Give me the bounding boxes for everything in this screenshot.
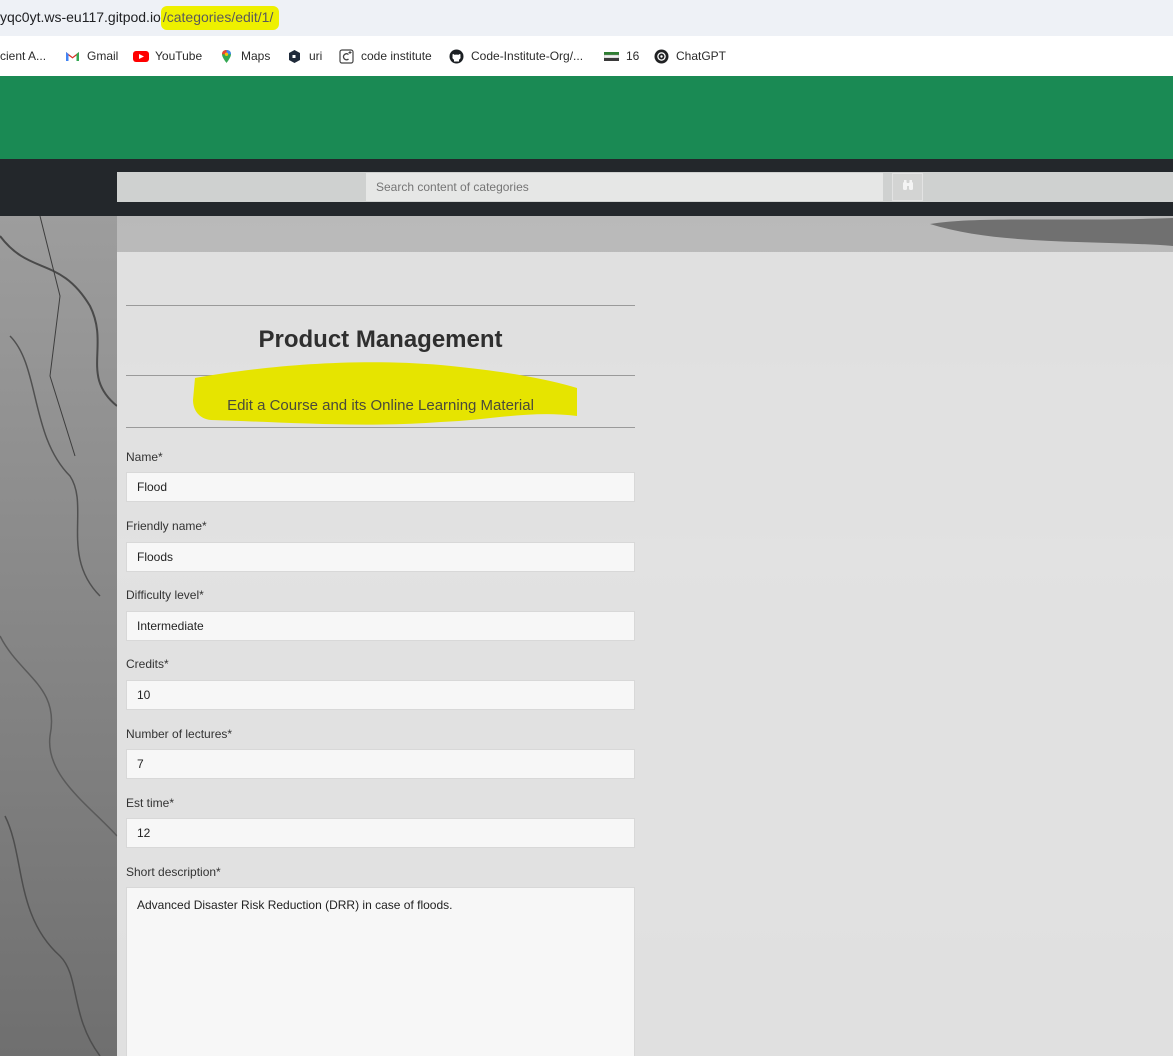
uri-icon — [287, 49, 302, 64]
search-button[interactable] — [892, 173, 923, 201]
flag-icon — [603, 49, 620, 64]
code-institute-icon — [339, 48, 354, 64]
brand-header — [0, 76, 1173, 159]
credits-label: Credits* — [126, 657, 169, 671]
est-time-label: Est time* — [126, 796, 175, 810]
page-title: Product Management — [258, 326, 503, 353]
search-input[interactable] — [366, 173, 883, 201]
bookmark-label: 16 — [626, 49, 640, 63]
est-time-input[interactable] — [126, 818, 635, 848]
bookmark-label: code institute — [361, 49, 432, 63]
friendly-name-input[interactable] — [126, 542, 635, 572]
bookmark-gmail[interactable]: Gmail — [65, 48, 118, 64]
bookmark-label: Gmail — [87, 49, 119, 63]
bookmark-maps[interactable]: Maps — [219, 48, 270, 64]
url-host: yqc0yt.ws-eu117.gitpod.io — [0, 9, 161, 25]
url-path-highlight: /categories/edit/1/ — [160, 6, 280, 30]
main-panel: Product Management Edit a Course and its… — [117, 252, 1173, 1056]
divider — [126, 427, 635, 428]
difficulty-label: Difficulty level* — [126, 588, 204, 602]
bookmark-label: cient A... — [0, 49, 47, 63]
nav-strip — [0, 159, 1173, 216]
friendly-name-label: Friendly name* — [126, 519, 207, 533]
gmail-icon — [65, 49, 80, 64]
bookmark-label: Code-Institute-Org/... — [471, 49, 584, 63]
short-description-textarea[interactable]: Advanced Disaster Risk Reduction (DRR) i… — [126, 887, 635, 1056]
bookmark-label: Maps — [241, 49, 271, 63]
divider — [126, 305, 635, 306]
bookmark-code-institute[interactable]: code institute — [339, 48, 432, 64]
short-description-label: Short description* — [126, 865, 221, 879]
bookmark-label: YouTube — [155, 49, 203, 63]
bookmark-uri[interactable]: uri — [287, 48, 322, 64]
bookmark-youtube[interactable]: YouTube — [133, 48, 202, 64]
binoculars-icon — [902, 178, 914, 196]
name-input[interactable] — [126, 472, 635, 502]
youtube-icon — [133, 49, 149, 64]
search-band — [117, 172, 1173, 202]
chatgpt-icon — [654, 49, 669, 64]
url-path: /categories/edit/1/ — [162, 9, 274, 25]
bookmark-ancient[interactable]: cient A... — [0, 48, 46, 64]
name-label: Name* — [126, 450, 163, 464]
subtitle-highlight — [193, 362, 577, 425]
bookmark-16[interactable]: 16 — [603, 48, 640, 64]
page-subtitle: Edit a Course and its Online Learning Ma… — [227, 397, 534, 414]
credits-input[interactable] — [126, 680, 635, 710]
bookmark-label: uri — [309, 49, 323, 63]
bookmark-chatgpt[interactable]: ChatGPT — [654, 48, 726, 64]
bookmark-label: ChatGPT — [676, 49, 727, 63]
lectures-label: Number of lectures* — [126, 727, 233, 741]
maps-icon — [219, 49, 234, 64]
bookmarks-bar: cient A... Gmail YouTube Maps uri code i… — [0, 36, 1173, 76]
lectures-input[interactable] — [126, 749, 635, 779]
bookmark-github[interactable]: Code-Institute-Org/... — [449, 48, 583, 64]
url-text[interactable]: yqc0yt.ws-eu117.gitpod.io/categories/edi… — [0, 6, 280, 30]
github-icon — [449, 49, 464, 64]
difficulty-input[interactable] — [126, 611, 635, 641]
address-bar[interactable]: yqc0yt.ws-eu117.gitpod.io/categories/edi… — [0, 0, 1173, 36]
